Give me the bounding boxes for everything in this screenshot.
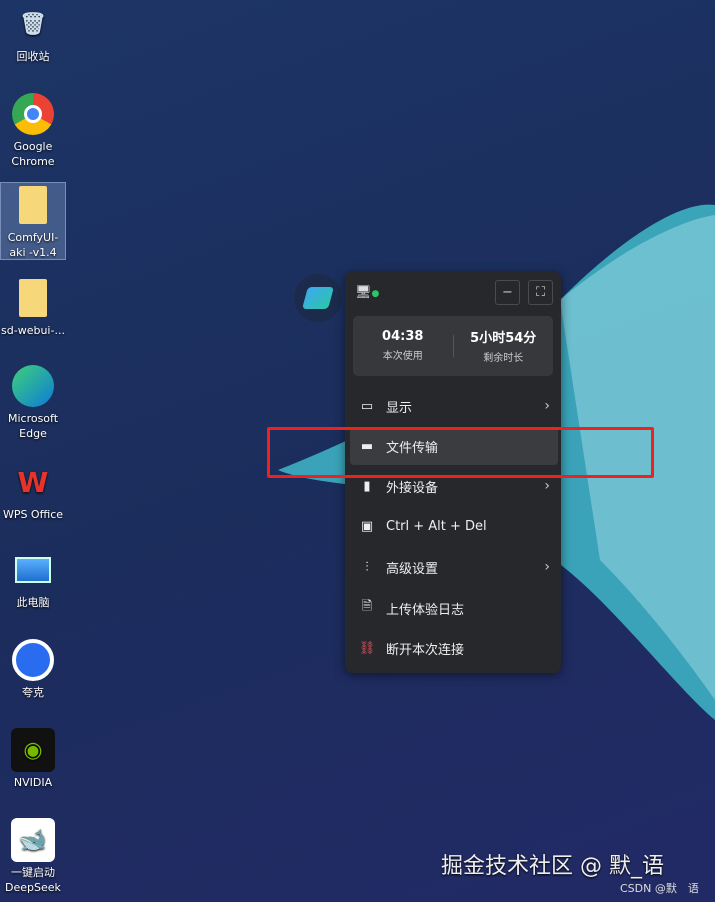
chevron-right-icon: › <box>544 398 550 414</box>
edge-icon <box>11 364 55 408</box>
app-logo-icon[interactable] <box>294 274 342 322</box>
usage-stats: 04:38 本次使用 5小时54分剩余时长 <box>353 316 553 376</box>
desktop-icon-quark[interactable]: 夸克 <box>0 638 66 700</box>
folder-icon <box>11 183 55 227</box>
watermark: 掘金技术社区 @ 默_语 <box>441 854 664 879</box>
watermark-small: CSDN @默 语 <box>620 882 699 895</box>
monitor-key-icon: ▣ <box>360 518 374 534</box>
chrome-icon <box>11 92 55 136</box>
recycle-bin-icon: 🗑 <box>19 11 47 37</box>
desktop-icon-chrome[interactable]: Google Chrome <box>0 92 66 169</box>
disconnect-icon: ⛓ <box>358 640 376 656</box>
highlight-annotation <box>267 427 654 478</box>
sliders-icon: ⫶ <box>365 559 369 575</box>
remaining-label: 剩余时长 <box>483 353 524 364</box>
display-icon: ▭ <box>360 398 374 414</box>
menu-item-display[interactable]: ▭ 显示 › <box>350 387 558 425</box>
desktop-icon-deepseek[interactable]: 🐋 一键启动 DeepSeek <box>0 818 66 895</box>
menu-item-disconnect[interactable]: ⛓ 断开本次连接 <box>350 629 558 667</box>
remaining-time: 5小时54分 <box>470 331 537 346</box>
minimize-button[interactable]: − <box>495 280 520 305</box>
session-time: 04:38 <box>382 329 424 344</box>
chevron-right-icon: › <box>544 559 550 575</box>
desktop-icon-nvidia[interactable]: ◉ NVIDIA <box>0 728 66 790</box>
desktop-icon-this-pc[interactable]: 此电脑 <box>0 548 66 610</box>
desktop-icon-recycle-bin[interactable]: 🗑 回收站 <box>0 2 66 64</box>
session-label: 本次使用 <box>382 351 423 362</box>
quark-icon <box>11 638 55 682</box>
desktop-icon-edge[interactable]: Microsoft Edge <box>0 364 66 441</box>
deepseek-icon: 🐋 <box>11 818 55 862</box>
menu-item-advanced-settings[interactable]: ⫶ 高级设置 › <box>350 548 558 586</box>
chevron-right-icon: › <box>544 478 550 494</box>
upload-log-icon: 🗎 <box>361 599 373 614</box>
desktop-icon-comfyui[interactable]: ComfyUI-aki -v1.4 <box>0 182 66 260</box>
wps-icon: W <box>17 465 49 499</box>
computer-icon <box>11 548 55 592</box>
desktop-icon-sd-webui[interactable]: sd-webui-... <box>0 276 66 338</box>
monitor-connected-icon: 🖥● <box>355 285 380 300</box>
desktop-icon-wps[interactable]: W WPS Office <box>0 460 66 522</box>
fullscreen-button[interactable]: ⛶ <box>528 280 553 305</box>
menu-item-ctrl-alt-del[interactable]: ▣ Ctrl + Alt + Del <box>350 507 558 545</box>
folder-icon <box>11 276 55 320</box>
menu-item-upload-log[interactable]: 🗎 上传体验日志 <box>350 589 558 627</box>
nvidia-icon: ◉ <box>11 728 55 772</box>
usb-icon: ▮ <box>363 478 371 494</box>
